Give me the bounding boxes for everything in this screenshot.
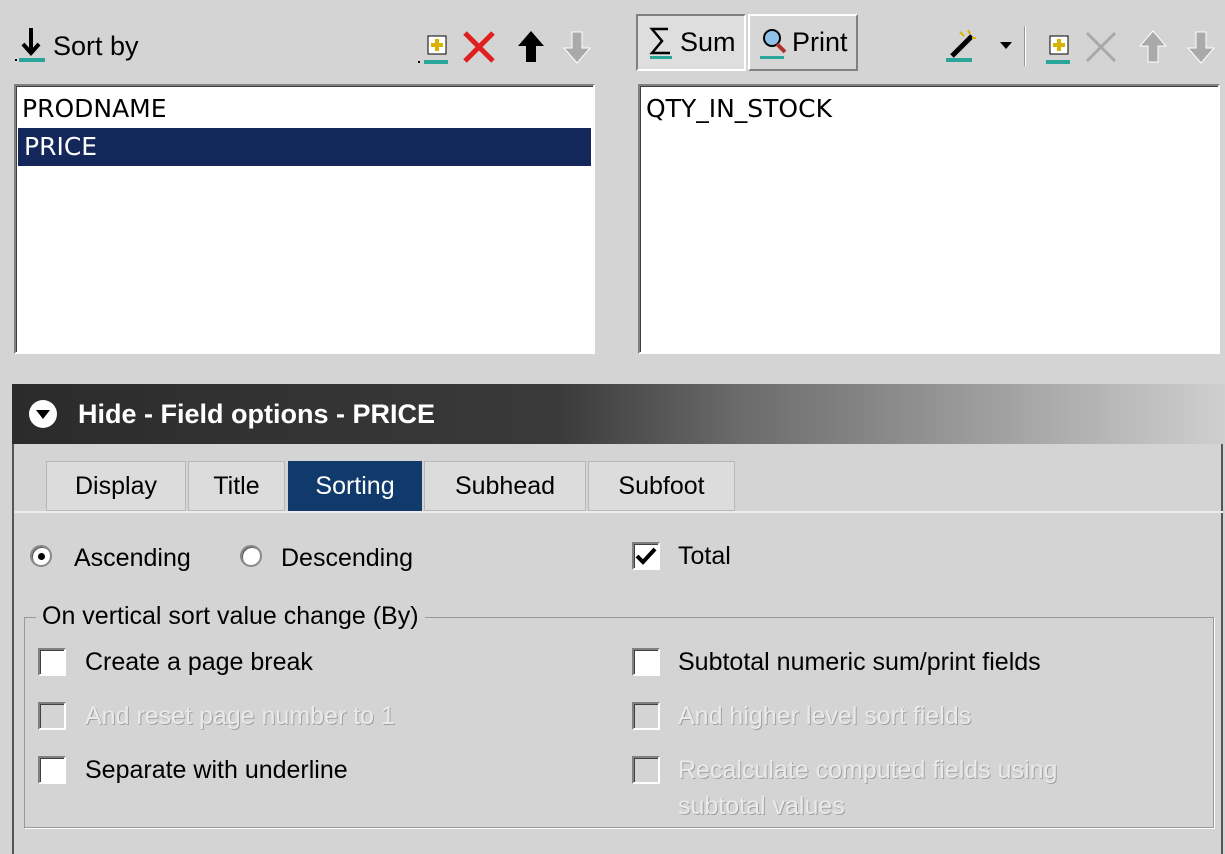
move-up-icon[interactable] — [514, 28, 548, 66]
add-field-icon[interactable] — [416, 30, 452, 68]
sum-icon — [649, 27, 672, 59]
list-item[interactable]: QTY_IN_STOCK — [640, 90, 1218, 128]
descending-label: Descending — [281, 544, 414, 572]
sum-button[interactable]: Sum — [636, 14, 746, 71]
descending-radio[interactable] — [240, 545, 262, 567]
checkmark-icon — [635, 547, 657, 565]
list-item[interactable]: PRODNAME — [16, 90, 593, 128]
recalculate-label-line1: Recalculate computed fields using — [678, 756, 1058, 784]
print-icon — [760, 28, 787, 59]
print-button[interactable]: Print — [748, 14, 858, 71]
field-options-header[interactable]: Hide - Field options - PRICE — [12, 384, 1225, 444]
sum-print-list[interactable]: QTY_IN_STOCK — [638, 84, 1220, 354]
sum-label: Sum — [680, 27, 736, 57]
sort-by-label: Sort by — [53, 31, 139, 61]
total-label: Total — [678, 542, 731, 570]
underline-label: Separate with underline — [85, 756, 348, 784]
sort-by-list[interactable]: PRODNAME PRICE — [14, 84, 595, 354]
total-checkbox[interactable] — [632, 542, 660, 570]
move-down-icon — [560, 28, 594, 66]
page-break-checkbox[interactable] — [38, 648, 66, 676]
toolbar-separator — [1024, 26, 1025, 66]
page-break-label: Create a page break — [85, 648, 313, 676]
ascending-radio[interactable] — [30, 545, 52, 567]
tab-display[interactable]: Display — [46, 461, 186, 511]
delete-icon[interactable] — [460, 28, 498, 66]
delete-icon — [1082, 28, 1120, 66]
add-field-icon[interactable] — [1038, 30, 1074, 68]
field-options-title: Hide - Field options - PRICE — [78, 398, 435, 429]
higher-level-checkbox — [632, 702, 660, 730]
subtotal-checkbox[interactable] — [632, 648, 660, 676]
tab-sorting[interactable]: Sorting — [288, 461, 422, 511]
underline-checkbox[interactable] — [38, 756, 66, 784]
subtotal-label: Subtotal numeric sum/print fields — [678, 648, 1041, 676]
print-label: Print — [792, 27, 848, 57]
higher-level-label: And higher level sort fields — [678, 702, 972, 730]
chevron-down-icon[interactable] — [998, 38, 1014, 52]
tab-subhead[interactable]: Subhead — [424, 461, 586, 511]
wizard-wand-icon[interactable] — [938, 26, 982, 66]
recalculate-label-line2: subtotal values — [678, 792, 845, 820]
reset-page-checkbox — [38, 702, 66, 730]
list-item[interactable]: PRICE — [18, 128, 591, 166]
recalculate-checkbox — [632, 756, 660, 784]
tab-divider — [14, 511, 1223, 513]
reset-page-label: And reset page number to 1 — [85, 702, 395, 730]
ascending-label: Ascending — [74, 544, 191, 572]
sort-by-icon[interactable] — [14, 26, 48, 66]
tab-title[interactable]: Title — [188, 461, 285, 511]
group-legend: On vertical sort value change (By) — [36, 602, 425, 631]
tab-subfoot[interactable]: Subfoot — [588, 461, 735, 511]
collapse-icon[interactable] — [28, 399, 58, 429]
move-down-icon — [1184, 28, 1218, 66]
move-up-icon — [1136, 28, 1170, 66]
